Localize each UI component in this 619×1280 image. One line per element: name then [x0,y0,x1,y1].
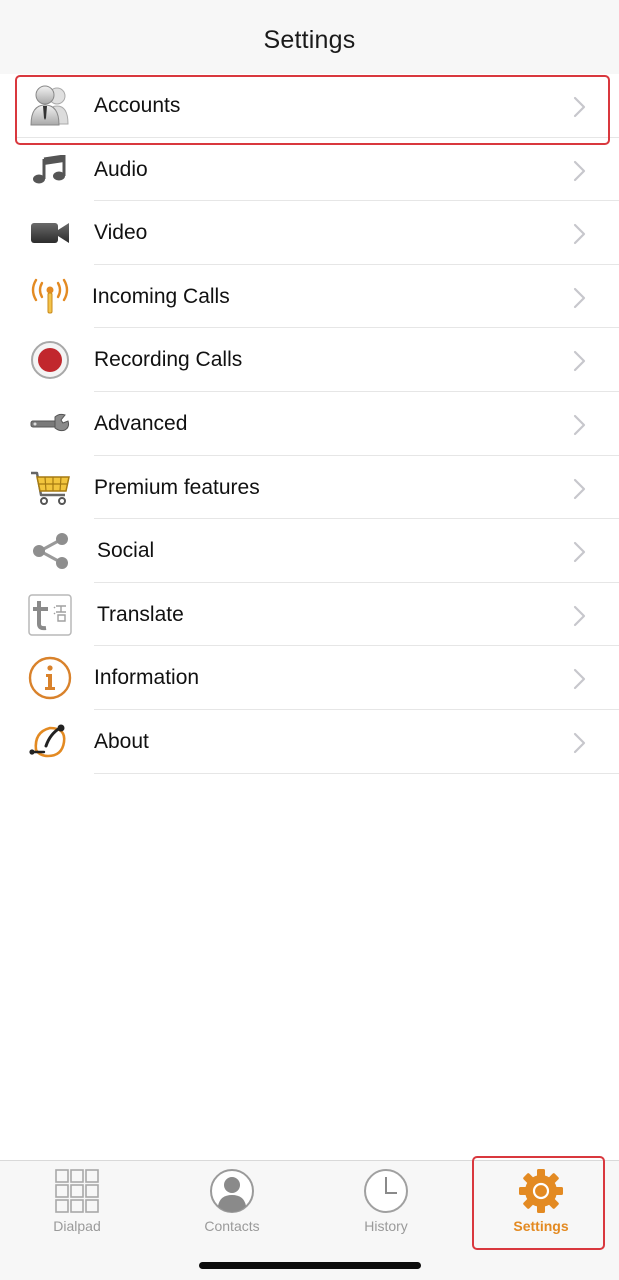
chevron-right-icon [573,669,586,690]
row-separator [94,772,619,774]
wrench-icon [28,403,72,445]
settings-item-incoming-calls[interactable]: Incoming Calls [0,265,619,329]
chevron-right-icon [573,96,586,118]
dialpad-icon [55,1169,99,1213]
tab-label: History [364,1218,408,1234]
settings-item-label: Premium features [94,475,260,499]
chevron-right-icon [573,605,586,626]
chevron-right-icon [573,732,586,754]
settings-item-label: Information [94,666,200,690]
share-icon [28,530,72,572]
settings-item-advanced[interactable]: Advanced [0,392,619,456]
tab-settings[interactable]: Settings [464,1165,618,1235]
settings-item-premium-features[interactable]: Premium features [0,456,619,520]
settings-item-label: Accounts [94,94,181,117]
chevron-right-icon [573,287,586,308]
antenna-icon [28,276,72,318]
chevron-right-icon [573,542,586,563]
chevron-right-icon [573,478,586,499]
home-indicator[interactable] [199,1262,421,1269]
tab-label: Dialpad [53,1218,101,1234]
settings-item-label: Advanced [94,411,188,435]
tab-contacts[interactable]: Contacts [155,1165,309,1235]
settings-item-label: Incoming Calls [92,284,230,308]
settings-item-information[interactable]: Information [0,646,619,710]
translate-icon [28,594,72,636]
settings-item-recording-calls[interactable]: Recording Calls [0,328,619,392]
video-camera-icon [28,212,72,254]
tab-label: Settings [513,1218,569,1234]
page-title: Settings [263,26,356,54]
clock-icon [364,1169,408,1213]
chevron-right-icon [573,414,586,436]
record-icon [28,339,72,381]
settings-item-label: Social [97,539,155,563]
settings-item-label: Audio [94,157,148,181]
chevron-right-icon [573,224,586,245]
contacts-icon [210,1169,254,1213]
info-icon [28,657,72,700]
settings-item-translate[interactable]: Translate [0,583,619,647]
gear-icon [519,1169,563,1213]
settings-item-audio[interactable]: Audio [0,138,619,202]
settings-item-label: About [94,729,149,753]
chevron-right-icon [573,351,586,372]
settings-item-label: Translate [97,602,184,626]
settings-item-about[interactable]: About [0,710,619,774]
accounts-icon [28,85,72,127]
tab-history[interactable]: History [309,1165,463,1235]
settings-item-label: Video [94,221,148,245]
about-icon [28,721,72,763]
settings-item-video[interactable]: Video [0,201,619,265]
music-note-icon [28,149,72,191]
settings-item-label: Recording Calls [94,348,243,372]
settings-item-social[interactable]: Social [0,519,619,583]
shopping-cart-icon [28,467,72,509]
settings-item-accounts[interactable]: Accounts [0,74,619,138]
settings-list: Accounts Audio Video Incoming Calls Reco… [0,74,619,774]
tab-label: Contacts [204,1218,260,1234]
tab-dialpad[interactable]: Dialpad [0,1165,154,1235]
chevron-right-icon [573,160,586,181]
navigation-header: Settings [0,0,619,74]
